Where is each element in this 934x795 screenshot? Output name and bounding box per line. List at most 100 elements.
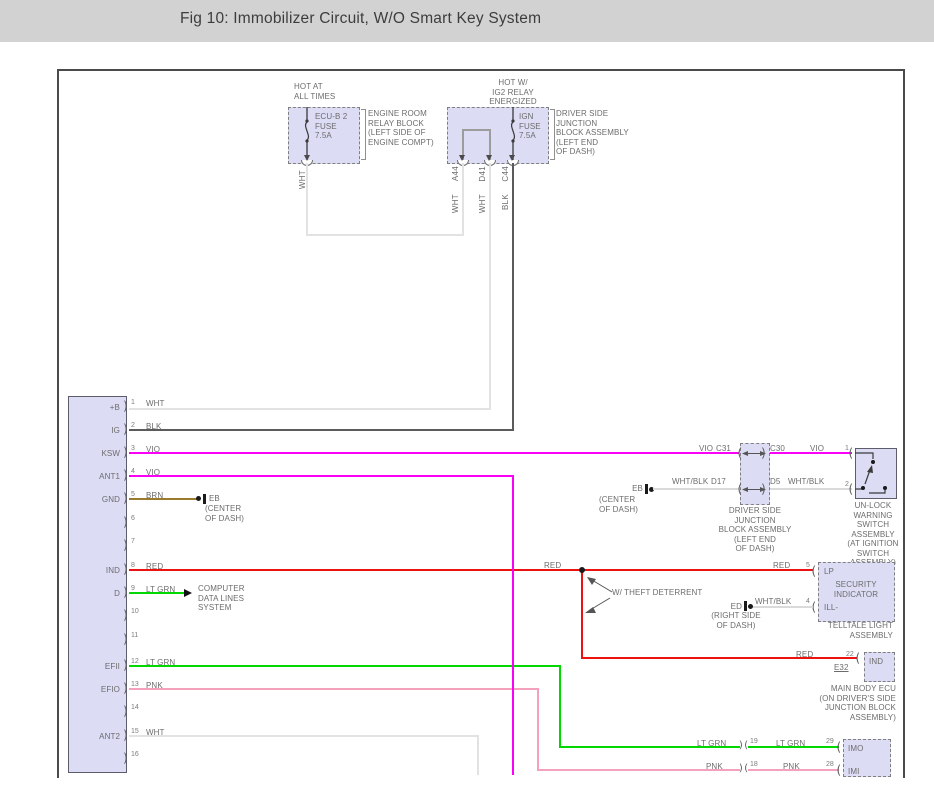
wire-wht-plusb [129,408,491,410]
pin-arc: ) [122,539,129,551]
wire-vio-ksw [129,452,739,454]
connector-arc: ( [835,764,842,776]
pin-name: +B [70,403,120,413]
wire-pnk-efio [129,688,539,690]
wire-vio-ant1 [512,475,514,775]
pin-lp-label: LP [824,567,834,577]
wire-vio-ant1 [129,475,514,477]
wire-label-wht-vertical: WHT [478,194,487,213]
engine-room-relay-block-caption: ENGINE ROOM RELAY BLOCK (LEFT SIDE OF EN… [368,109,434,147]
internal-wire [462,129,491,131]
pin-arc: ) [122,516,129,528]
wire-whtblk-eb [653,488,739,490]
inline-connector-icon: )( [738,764,748,774]
unlock-switch-caption: UN-LOCK WARNING SWITCH ASSEMBLY (AT IGNI… [836,501,910,568]
pin-ind-label: IND [869,657,883,667]
connector-d5-label: D5 [770,477,780,487]
pin-arc: ) [122,633,129,645]
wiring-diagram: Fig 10: Immobilizer Circuit, W/O Smart K… [0,0,934,795]
wire-wht-ant2 [129,735,479,737]
pass-through-arrow-icon [742,449,766,458]
figure-title: Fig 10: Immobilizer Circuit, W/O Smart K… [180,10,541,28]
wire-label: RED [544,561,561,571]
ground-bar-icon [203,494,206,504]
inline-connector-icon: )( [738,741,748,751]
pin-name: IND [70,566,120,576]
ground-eb-location: (CENTER OF DASH) [205,504,244,523]
wire-label: RED [773,561,790,571]
pin-number: 1 [131,399,135,407]
wire-label: VIO [699,444,713,454]
pin-number: 6 [131,515,135,523]
connector-c44-label: C44 [501,166,510,182]
wire-color-label: WHT [146,399,165,409]
wire-whtblk-unlock [768,488,852,490]
pin-number: 19 [750,738,758,746]
wire-label: PNK [783,762,800,772]
pin-arc: ) [122,705,129,717]
ground-dot [196,496,201,501]
down-arrow-icon [486,155,492,161]
pin-name: D [70,589,120,599]
connector-arc: ( [810,565,817,577]
wire-blk-c44 [512,163,514,431]
connector-c31-label: C31 [716,444,731,454]
wire-wht-ant2 [477,735,479,775]
pin-number: 14 [131,704,139,712]
connector-d17-label: D17 [711,477,726,487]
pin-number: 18 [750,761,758,769]
pin-number: 22 [846,651,854,659]
pin-number: 28 [826,761,834,769]
wire-red-ind [129,569,813,571]
pin-name: KSW [70,449,120,459]
wire-brn-gnd [129,498,197,500]
pin-number: 11 [131,632,138,640]
hot-at-all-times-label: HOT AT ALL TIMES [294,82,335,101]
wire-wht-ecub2 [306,234,464,236]
computer-data-lines-label: COMPUTER DATA LINES SYSTEM [198,584,245,613]
connector-c30-label: C30 [770,444,785,454]
wire-blk-ig [129,429,514,431]
ground-eb-label: EB [627,484,643,494]
ground-bar-icon [645,484,648,494]
bracket [361,109,366,160]
connector-arc: ( [854,652,861,664]
down-arrow-icon [304,155,310,161]
pin-arc: ) [122,609,129,621]
down-arrow-icon [509,155,515,161]
wire-label: WHT/BLK [672,477,708,487]
pin-name: EFII [70,662,120,672]
wire-label: VIO [810,444,824,454]
wire-label-blk-vertical: BLK [501,194,510,210]
connector-arc: ( [847,483,854,495]
wire-label: PNK [706,762,723,772]
ground-eb-label: EB [209,494,220,504]
pin-number: 10 [131,608,139,616]
pin-name: EFIO [70,685,120,695]
title-bar: Fig 10: Immobilizer Circuit, W/O Smart K… [0,0,934,42]
bracket [550,109,555,160]
wire-label: LT GRN [776,739,805,749]
wire-label: WHT/BLK [788,477,824,487]
pin-arc: ) [122,752,129,764]
down-arrow-icon [459,155,465,161]
connector-a44-label: A44 [451,166,460,181]
pin-number: 2 [131,422,135,430]
pass-through-arrow-icon [742,485,766,494]
wire-label-wht-vertical: WHT [451,194,460,213]
wire-label: RED [796,650,813,660]
connector-arc: ( [847,447,854,459]
main-body-ecu-caption: MAIN BODY ECU (ON DRIVER'S SIDE JUNCTION… [788,684,896,722]
driver-junction-block-caption: DRIVER SIDE JUNCTION BLOCK ASSEMBLY (LEF… [556,109,629,157]
pin-number: 7 [131,538,135,546]
ground-eb-location: (CENTER OF DASH) [599,495,638,514]
wire-wht-a44 [462,163,464,236]
pin-number: 4 [806,598,810,606]
wire-label: WHT/BLK [755,597,791,607]
pin-number: 16 [131,751,139,759]
theft-deterrent-label: W/ THEFT DETERRENT [612,588,702,598]
pin-arc: ) [122,423,129,435]
wire-color-label: BLK [146,422,161,432]
wire-label: LT GRN [697,739,726,749]
telltale-caption: TELLTALE LIGHT ASSEMBLY [821,621,893,640]
